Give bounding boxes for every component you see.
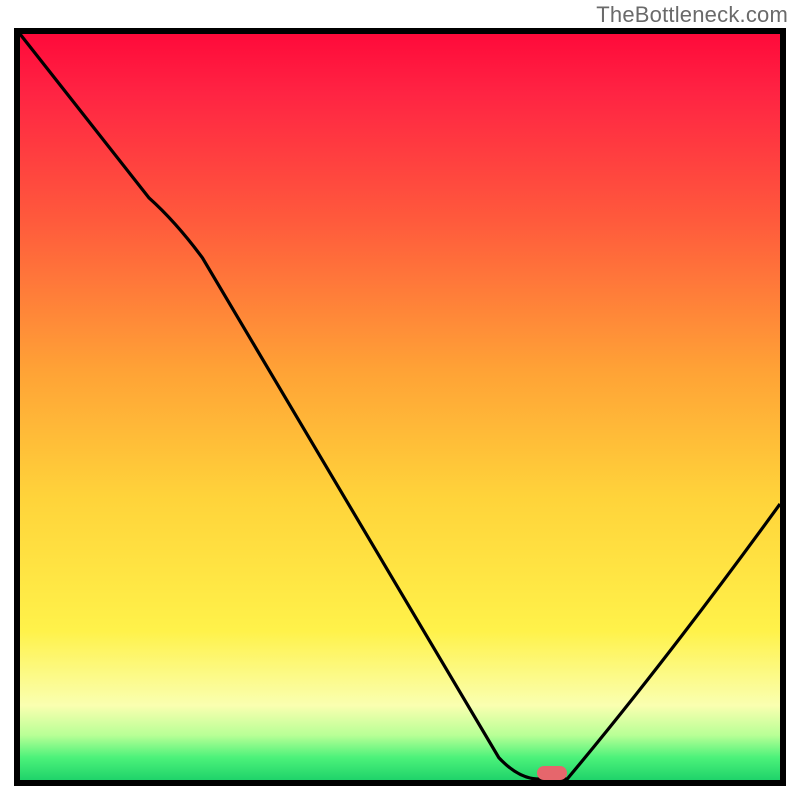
figure-container: TheBottleneck.com	[0, 0, 800, 800]
watermark-label: TheBottleneck.com	[596, 2, 788, 28]
bottleneck-curve-svg	[20, 34, 780, 780]
bottleneck-curve-path	[20, 34, 780, 779]
plot-area	[14, 28, 786, 786]
baseline-marker	[537, 766, 567, 780]
